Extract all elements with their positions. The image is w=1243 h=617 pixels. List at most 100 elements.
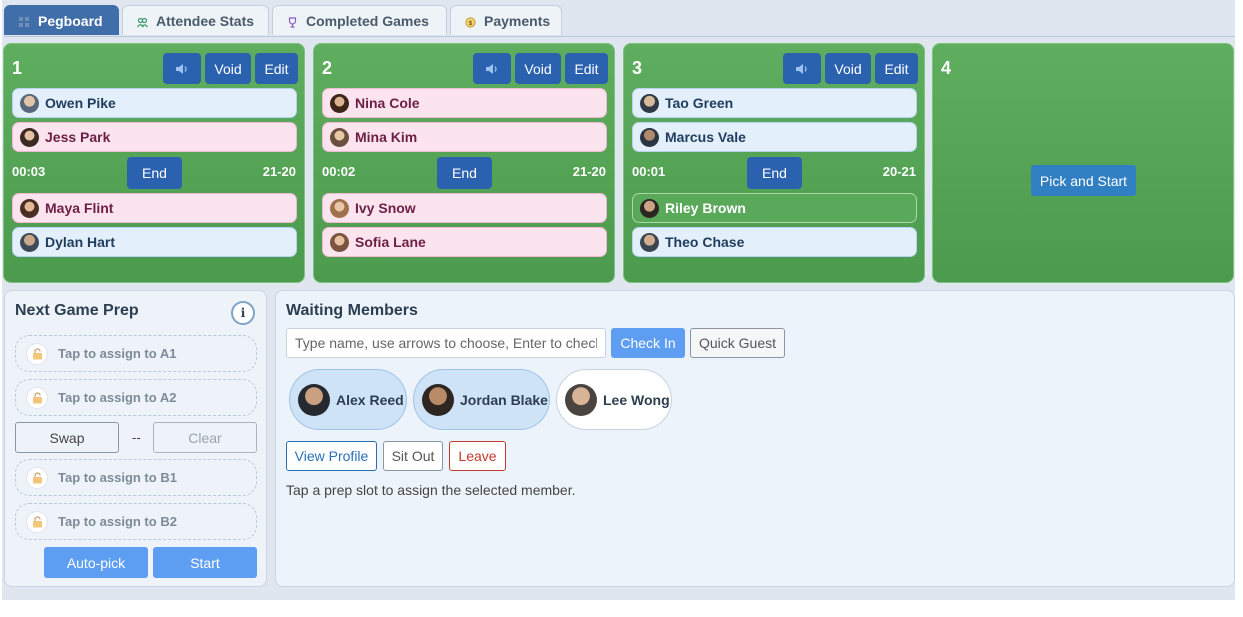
- void-button[interactable]: Void: [825, 53, 871, 84]
- player-name: Dylan Hart: [45, 234, 116, 250]
- avatar: [640, 232, 659, 252]
- start-button[interactable]: Start: [153, 547, 257, 578]
- void-button[interactable]: Void: [515, 53, 561, 84]
- view-profile-button[interactable]: View Profile: [286, 441, 377, 471]
- edit-button[interactable]: Edit: [565, 53, 608, 84]
- tab-attendee-stats[interactable]: Attendee Stats: [122, 5, 269, 35]
- court-number: 1: [12, 58, 23, 78]
- player-chip[interactable]: Theo Chase: [632, 227, 917, 257]
- coin-icon: $: [465, 15, 476, 28]
- tab-payments-label: Payments: [484, 12, 551, 29]
- game-score: 21-20: [262, 164, 296, 179]
- player-name: Ivy Snow: [355, 200, 416, 216]
- court-4: 4 Pick and Start: [932, 43, 1234, 283]
- player-name: Sofia Lane: [355, 234, 426, 250]
- clear-button[interactable]: Clear: [153, 422, 257, 453]
- player-name: Theo Chase: [665, 234, 745, 250]
- prep-slot-a1[interactable]: Tap to assign to A1: [15, 335, 257, 372]
- avatar: [640, 93, 659, 113]
- player-chip[interactable]: Marcus Vale: [632, 122, 917, 152]
- court-number: 2: [322, 58, 333, 78]
- prep-slot-b2[interactable]: Tap to assign to B2: [15, 503, 257, 540]
- member-search-input[interactable]: [286, 328, 606, 358]
- helper-text: Tap a prep slot to assign the selected m…: [286, 482, 576, 498]
- player-chip[interactable]: Owen Pike: [12, 88, 297, 118]
- player-chip[interactable]: Sofia Lane: [322, 227, 607, 257]
- avatar: [298, 383, 330, 416]
- lock-icon: [26, 510, 48, 533]
- game-score: 21-20: [572, 164, 606, 179]
- sit-out-button[interactable]: Sit Out: [383, 441, 443, 471]
- speaker-icon: [796, 63, 807, 74]
- member-name: Jordan Blake: [460, 391, 548, 408]
- slot-label: Tap to assign to B1: [58, 470, 177, 485]
- end-game-button[interactable]: End: [437, 157, 492, 189]
- avatar: [330, 232, 349, 252]
- auto-pick-button[interactable]: Auto-pick: [44, 547, 148, 578]
- tab-attendee-stats-label: Attendee Stats: [156, 12, 255, 29]
- waiting-member-chip[interactable]: Alex Reed: [289, 369, 407, 430]
- player-chip[interactable]: Jess Park: [12, 122, 297, 152]
- end-game-button[interactable]: End: [747, 157, 802, 189]
- tab-completed-games[interactable]: Completed Games: [272, 5, 447, 35]
- court-number: 4: [941, 58, 952, 78]
- tab-payments[interactable]: $ Payments: [450, 5, 562, 35]
- sound-button[interactable]: [783, 53, 821, 84]
- quick-guest-button[interactable]: Quick Guest: [690, 328, 785, 358]
- tab-bar: Pegboard Attendee Stats Completed Games …: [4, 4, 1235, 37]
- avatar: [640, 198, 659, 218]
- sound-button[interactable]: [473, 53, 511, 84]
- end-game-button[interactable]: End: [127, 157, 182, 189]
- tab-pegboard[interactable]: Pegboard: [4, 5, 119, 35]
- waiting-member-chip[interactable]: Lee Wong: [556, 369, 672, 430]
- speaker-icon: [176, 63, 187, 74]
- pegboard-app: Pegboard Attendee Stats Completed Games …: [2, 0, 1235, 600]
- court-3: 3 Void Edit Tao Green Marcus Vale 00:01 …: [623, 43, 925, 283]
- avatar: [422, 383, 454, 416]
- sound-button[interactable]: [163, 53, 201, 84]
- player-chip[interactable]: Ivy Snow: [322, 193, 607, 223]
- member-name: Lee Wong: [603, 391, 670, 408]
- player-chip-selected[interactable]: Riley Brown: [632, 193, 917, 223]
- player-chip[interactable]: Tao Green: [632, 88, 917, 118]
- waiting-member-chip[interactable]: Jordan Blake: [413, 369, 550, 430]
- court-1: 1 Void Edit Owen Pike Jess Park 00:03 En…: [3, 43, 305, 283]
- trophy-icon: [287, 15, 298, 28]
- avatar: [330, 198, 349, 218]
- pick-and-start-button[interactable]: Pick and Start: [1031, 165, 1136, 196]
- svg-text:$: $: [468, 20, 472, 27]
- member-name: Alex Reed: [336, 391, 404, 408]
- tab-pegboard-label: Pegboard: [38, 12, 103, 29]
- slot-label: Tap to assign to A2: [58, 390, 177, 405]
- player-name: Jess Park: [45, 129, 111, 145]
- avatar: [330, 93, 349, 113]
- speaker-icon: [486, 63, 497, 74]
- prep-slot-a2[interactable]: Tap to assign to A2: [15, 379, 257, 416]
- player-name: Owen Pike: [45, 95, 116, 111]
- separator: --: [132, 430, 141, 445]
- player-name: Riley Brown: [665, 200, 746, 216]
- swap-button[interactable]: Swap: [15, 422, 119, 453]
- void-button[interactable]: Void: [205, 53, 251, 84]
- tab-completed-games-label: Completed Games: [306, 12, 429, 29]
- avatar: [20, 127, 39, 147]
- player-name: Mina Kim: [355, 129, 418, 145]
- info-button[interactable]: i: [231, 301, 255, 325]
- lock-icon: [26, 466, 48, 489]
- edit-button[interactable]: Edit: [255, 53, 298, 84]
- player-chip[interactable]: Mina Kim: [322, 122, 607, 152]
- player-chip[interactable]: Nina Cole: [322, 88, 607, 118]
- check-in-button[interactable]: Check In: [611, 328, 685, 358]
- game-timer: 00:01: [632, 164, 666, 179]
- player-chip[interactable]: Maya Flint: [12, 193, 297, 223]
- lock-icon: [26, 386, 48, 409]
- waiting-members-panel: Waiting Members Check In Quick Guest Ale…: [275, 290, 1235, 587]
- game-timer: 00:03: [12, 164, 46, 179]
- player-chip[interactable]: Dylan Hart: [12, 227, 297, 257]
- lock-icon: [26, 342, 48, 365]
- player-name: Marcus Vale: [665, 129, 746, 145]
- leave-button[interactable]: Leave: [449, 441, 506, 471]
- edit-button[interactable]: Edit: [875, 53, 918, 84]
- prep-slot-b1[interactable]: Tap to assign to B1: [15, 459, 257, 496]
- avatar: [20, 93, 39, 113]
